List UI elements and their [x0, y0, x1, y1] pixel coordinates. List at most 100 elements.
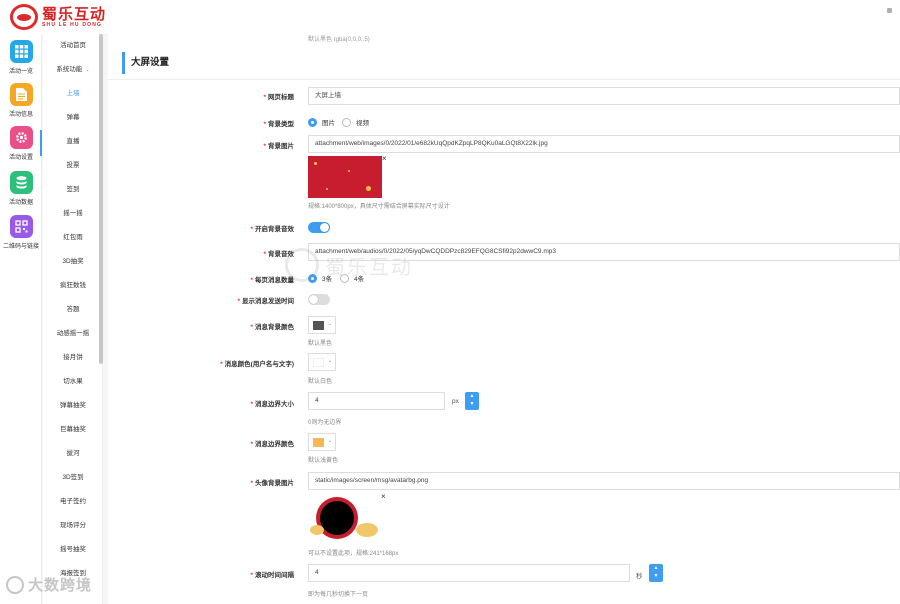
field-label-show-time: * 显示消息发送时间: [237, 298, 294, 305]
submenu-item[interactable]: 拔河: [43, 442, 103, 466]
top-bar: 蜀乐互动 SHU LE HU DONG: [0, 0, 900, 34]
submenu-item[interactable]: 接月饼: [43, 346, 103, 370]
prev-field-hint: 默认黑色 rgba(0,0,0,.5): [308, 37, 370, 43]
gear-icon: [9, 126, 33, 149]
grid-icon: [9, 40, 33, 63]
scroll-interval-input[interactable]: 4: [308, 564, 630, 582]
border-size-hint: 0则为无边界: [308, 420, 342, 426]
color-swatch: [313, 321, 324, 330]
rail-item-qrcode-link[interactable]: 二维码与链接: [0, 215, 42, 250]
field-label-border-color: * 消息边界颜色: [250, 441, 294, 448]
chevron-down-icon: ⌄: [327, 438, 332, 444]
field-label-avatar-bg: * 头像背景图片: [250, 480, 294, 487]
color-swatch: [313, 358, 324, 367]
document-icon: [9, 83, 33, 106]
border-size-stepper[interactable]: ▲ ▼: [465, 392, 479, 410]
rail-item-activity-list[interactable]: 活动一览: [0, 40, 42, 75]
field-label-page-title: * 网页标题: [263, 94, 294, 101]
rail-item-activity-settings[interactable]: 活动设置: [0, 126, 42, 161]
avatar-bg-thumbnail: [308, 495, 382, 543]
submenu-item[interactable]: 动感摇一摇: [43, 322, 103, 346]
submenu-item[interactable]: 摇号抽奖: [43, 538, 103, 562]
brand-logo[interactable]: 蜀乐互动 SHU LE HU DONG: [10, 4, 106, 30]
submenu-item-wall[interactable]: 上墙: [43, 82, 103, 106]
scroll-interval-stepper[interactable]: ▲ ▼: [649, 564, 663, 582]
rail-label: 活动信息: [8, 112, 33, 118]
scroll-interval-hint: 即为每几秒切换下一页: [308, 592, 369, 598]
scroll-interval-unit: 秒: [636, 573, 643, 580]
submenu-scrollbar[interactable]: [99, 34, 103, 364]
field-label-bg-image: * 背景图片: [263, 143, 294, 150]
msg-color-picker[interactable]: ⌄: [308, 353, 336, 371]
chevron-down-icon: ⌄: [85, 67, 90, 73]
remove-bg-image-icon[interactable]: ×: [382, 154, 387, 163]
rail-label: 活动设置: [8, 155, 33, 161]
msg-bg-color-hint: 默认黑色: [308, 341, 333, 347]
submenu-item[interactable]: 弹幕: [43, 106, 103, 130]
watermark-logo-icon: [285, 248, 319, 282]
radio-bg-image[interactable]: 图片: [308, 117, 335, 127]
page-title-input[interactable]: 大屏上墙: [308, 87, 900, 105]
sub-menu: 活动首页 系统功能 ⌄ 上墙 弹幕 直播 投票 签到 摇一摇 红包雨 3D抽奖 疯…: [43, 34, 103, 604]
main-panel: 默认黑色 rgba(0,0,0,.5) 大屏设置 * 网页标题 大屏上墙 * 背景类…: [108, 34, 900, 604]
submenu-group-system[interactable]: 系统功能 ⌄: [43, 58, 103, 82]
submenu-item[interactable]: 签到: [43, 178, 103, 202]
rail-label: 活动一览: [8, 69, 33, 75]
submenu-item[interactable]: 巨幕抽奖: [43, 418, 103, 442]
stepper-down-icon[interactable]: ▼: [649, 572, 663, 580]
submenu-item[interactable]: 投票: [43, 154, 103, 178]
show-time-toggle[interactable]: [308, 294, 330, 305]
watermark-text: 蜀乐互动: [325, 254, 413, 279]
border-size-unit: px: [452, 398, 459, 405]
color-swatch: [313, 438, 324, 447]
stepper-up-icon[interactable]: ▲: [465, 392, 479, 400]
qrcode-icon: [9, 215, 33, 238]
section-title: 大屏设置: [122, 52, 169, 74]
chevron-down-icon: ⌄: [327, 321, 332, 327]
submenu-item[interactable]: 摇一摇: [43, 202, 103, 226]
corner-watermark: 大数跨境: [6, 574, 92, 595]
submenu-item[interactable]: 电子签约: [43, 490, 103, 514]
field-label-bg-type: * 背景类型: [263, 121, 294, 128]
msg-bg-color-picker[interactable]: ⌄: [308, 316, 336, 334]
submenu-item[interactable]: 现场评分: [43, 514, 103, 538]
submenu-item[interactable]: 切水果: [43, 370, 103, 394]
brand-name: 蜀乐互动: [42, 5, 107, 23]
chevron-down-icon: ⌄: [327, 358, 332, 364]
rail-active-indicator: [40, 130, 42, 156]
rail-item-activity-data[interactable]: 活动数据: [0, 171, 42, 206]
submenu-item[interactable]: 弹幕抽奖: [43, 394, 103, 418]
submenu-item[interactable]: 红包雨: [43, 226, 103, 250]
submenu-item[interactable]: 答题: [43, 298, 103, 322]
border-size-input[interactable]: 4: [308, 392, 445, 410]
bg-image-hint: 规格:1400*800px，具体尺寸需结合屏幕实际尺寸设计: [308, 204, 450, 210]
field-label-scroll-interval: * 滚动时间间隔: [250, 572, 294, 579]
corner-watermark-logo-icon: [6, 575, 24, 594]
icon-rail: 活动一览 活动信息 活动设置 活动数据 二维码与链接: [0, 34, 42, 604]
bg-music-toggle[interactable]: [308, 222, 330, 233]
radio-bg-video[interactable]: 视频: [342, 117, 369, 127]
rail-label: 活动数据: [8, 200, 33, 206]
submenu-item[interactable]: 疯狂数钱: [43, 274, 103, 298]
avatar-bg-path-input[interactable]: static/images/screen/msg/avatarbg.png: [308, 472, 900, 490]
submenu-item[interactable]: 3D抽奖: [43, 250, 103, 274]
border-color-picker[interactable]: ⌄: [308, 433, 336, 451]
remove-avatar-bg-icon[interactable]: ×: [381, 492, 386, 501]
submenu-item[interactable]: 直播: [43, 130, 103, 154]
database-icon: [9, 171, 33, 194]
user-menu-icon[interactable]: [887, 8, 892, 13]
radio-dot: [342, 117, 351, 127]
rail-item-activity-info[interactable]: 活动信息: [0, 83, 42, 118]
toggle-knob: [320, 223, 329, 232]
msg-color-hint: 默认白色: [308, 379, 333, 385]
avatar-bg-hint: 可以不设置此项，规格:241*168px: [308, 551, 399, 557]
submenu-item-home[interactable]: 活动首页: [43, 34, 103, 58]
stepper-up-icon[interactable]: ▲: [649, 564, 663, 572]
section-divider: [108, 79, 900, 80]
logo-mark-icon: [10, 4, 38, 30]
field-label-msg-bg-color: * 消息背景颜色: [250, 324, 294, 331]
bg-image-path-input[interactable]: attachment/web/images/0/2022/01/e682kUqQ…: [308, 135, 900, 153]
stepper-down-icon[interactable]: ▼: [465, 400, 479, 408]
border-color-hint: 默认浅黄色: [308, 458, 339, 464]
submenu-item[interactable]: 3D签到: [43, 466, 103, 490]
